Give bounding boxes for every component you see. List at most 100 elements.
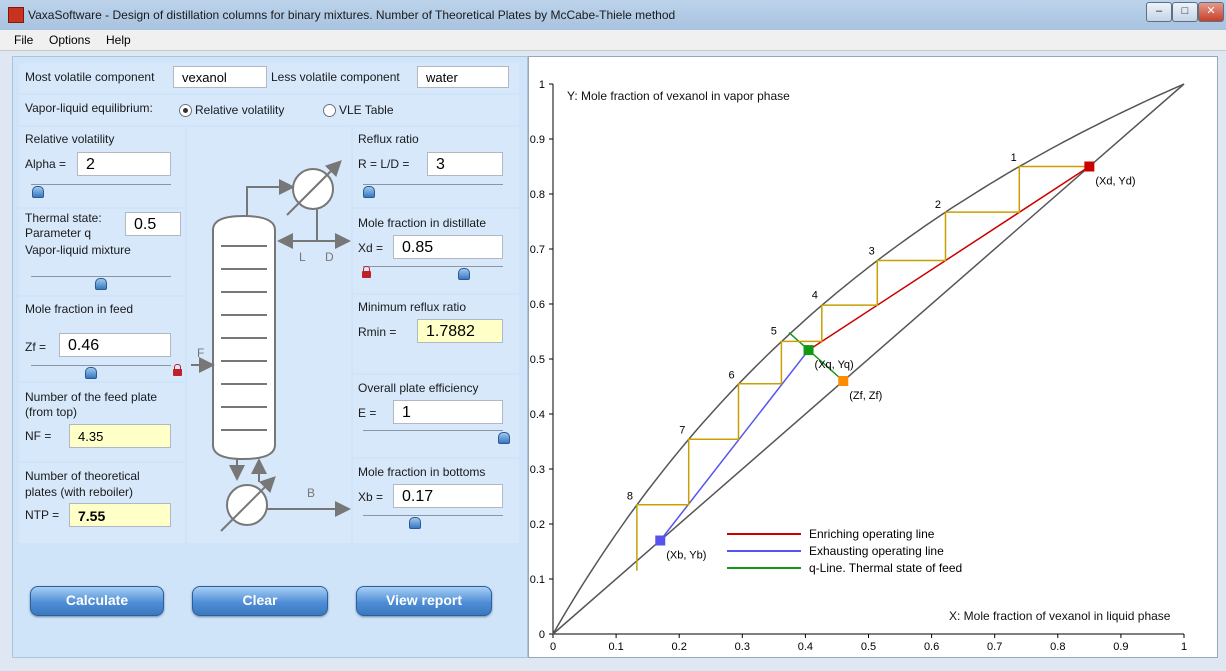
calculate-button[interactable]: Calculate [30, 586, 164, 616]
most-volatile-input[interactable]: vexanol [173, 66, 267, 88]
reflux-title: Reflux ratio [358, 132, 419, 146]
key-point-label: (Zf, Zf) [849, 390, 882, 402]
less-volatile-input[interactable]: water [417, 66, 509, 88]
plate-number-label: 2 [935, 199, 941, 211]
plate-steps [636, 165, 1090, 571]
legend-label: Enriching operating line [809, 527, 935, 541]
x-tick-label: 0.6 [924, 641, 939, 653]
feed-plate-title-line2: (from top) [25, 405, 78, 419]
feed-plate-section: Number of the feed plate (from top) NF =… [19, 383, 185, 461]
xb-slider[interactable] [409, 517, 421, 529]
vle-table-option-label: VLE Table [339, 103, 394, 117]
menu-file[interactable]: File [14, 33, 33, 47]
reflux-section: Reflux ratio R = L/D = 3 [353, 127, 519, 207]
relative-volatility-option-label: Relative volatility [195, 103, 285, 117]
legend-label: Exhausting operating line [809, 544, 944, 558]
min-reflux-title: Minimum reflux ratio [358, 300, 467, 314]
y-tick-label: 0 [539, 629, 545, 641]
y-tick-label: 0.2 [530, 519, 545, 531]
xd-slider[interactable] [458, 268, 470, 280]
close-button[interactable]: ✕ [1198, 2, 1224, 22]
lock-icon[interactable] [173, 364, 182, 376]
x-tick-label: 0.9 [1113, 641, 1128, 653]
x-tick-label: 1 [1181, 641, 1187, 653]
min-reflux-section: Minimum reflux ratio Rmin = 1.7882 [353, 295, 519, 373]
thermal-state-text: Vapor-liquid mixture [25, 243, 131, 257]
distillate-section: Mole fraction in distillate Xd = 0.85 [353, 209, 519, 293]
vle-row: Vapor-liquid equilibrium: Relative volat… [19, 95, 519, 125]
radio-relative-volatility[interactable] [179, 104, 192, 117]
column-diagram: L D F B [187, 127, 351, 543]
xd-input[interactable]: 0.85 [393, 235, 503, 259]
alpha-input[interactable]: 2 [77, 152, 171, 176]
thermal-state-section: Thermal state: Parameter q 0.5 Vapor-liq… [19, 209, 185, 295]
key-point-label: (Xb, Yb) [666, 550, 706, 562]
mccabe-thiele-chart: 0 0.1 0.2 0.3 0.4 0.5 0.6 0.7 0.8 0.9 1 0 0.1 0.2 0.3 0… [530, 79, 1187, 653]
nf-output: 4.35 [69, 424, 171, 448]
parameter-q-label: Parameter q [25, 226, 92, 240]
plate-number-label: 1 [1011, 152, 1017, 164]
theoretical-plates-section: Number of theoretical plates (with reboi… [19, 463, 185, 543]
key-point-marker [838, 376, 849, 386]
relative-volatility-section: Relative volatility Alpha = 2 [19, 127, 185, 207]
menu-options[interactable]: Options [49, 33, 90, 47]
bottoms-stream-label: B [307, 486, 315, 500]
efficiency-section: Overall plate efficiency E = 1 [353, 375, 519, 457]
plate-number-label: 6 [729, 369, 735, 381]
zf-slider[interactable] [85, 367, 97, 379]
x-tick-label: 0.1 [608, 641, 623, 653]
plate-number-label: 7 [679, 424, 685, 436]
y-tick-label: 0.1 [530, 574, 545, 586]
q-line [788, 332, 844, 382]
xd-label: Xd = [358, 241, 384, 255]
xb-input[interactable]: 0.17 [393, 484, 503, 508]
ntp-label: NTP = [25, 508, 60, 522]
x-tick-label: 0.8 [1050, 641, 1065, 653]
plate-number-label: 8 [627, 490, 633, 502]
feed-fraction-title: Mole fraction in feed [25, 302, 134, 316]
efficiency-input[interactable]: 1 [393, 400, 503, 424]
most-volatile-label: Most volatile component [25, 70, 155, 84]
efficiency-slider[interactable] [498, 432, 510, 444]
e-label: E = [358, 406, 377, 420]
y-tick-label: 0.7 [530, 244, 545, 256]
relative-volatility-title: Relative volatility [25, 132, 115, 146]
q-input[interactable]: 0.5 [125, 212, 181, 236]
x-axis-label: X: Mole fraction of vexanol in liquid ph… [949, 609, 1171, 623]
view-report-button[interactable]: View report [356, 586, 492, 616]
nf-label: NF = [25, 429, 52, 443]
key-point-label: (Xd, Yd) [1095, 176, 1135, 188]
maximize-button[interactable]: □ [1172, 2, 1198, 22]
plate-number-label: 5 [771, 325, 777, 337]
rmin-output: 1.7882 [417, 319, 503, 343]
y-axis-label: Y: Mole fraction of vexanol in vapor pha… [567, 89, 790, 103]
q-slider[interactable] [95, 278, 107, 290]
components-row: Most volatile component vexanol Less vol… [19, 63, 519, 93]
x-tick-label: 0.5 [861, 641, 876, 653]
plate-number-label: 4 [812, 290, 818, 302]
minimize-button[interactable]: – [1146, 2, 1172, 22]
clear-button[interactable]: Clear [192, 586, 328, 616]
reflux-slider[interactable] [363, 186, 375, 198]
x-tick-label: 0.3 [735, 641, 750, 653]
mccabe-thiele-chart-panel: 0 0.1 0.2 0.3 0.4 0.5 0.6 0.7 0.8 0.9 1 0 0.1 0.2 0.3 0… [528, 56, 1218, 658]
parameters-panel: Most volatile component vexanol Less vol… [12, 56, 528, 658]
xd-slider-track [363, 266, 503, 267]
y-tick-label: 0.8 [530, 189, 545, 201]
x-tick-label: 0.7 [987, 641, 1002, 653]
efficiency-title: Overall plate efficiency [358, 381, 479, 395]
menu-help[interactable]: Help [106, 33, 131, 47]
distillate-stream-label: D [325, 250, 334, 264]
x-tick-label: 0 [550, 641, 556, 653]
radio-vle-table[interactable] [323, 104, 336, 117]
alpha-slider[interactable] [32, 186, 44, 198]
y-tick-label: 0.4 [530, 409, 545, 421]
ntp-title-line2: plates (with reboiler) [25, 485, 134, 499]
lock-icon[interactable] [362, 266, 371, 278]
thermal-state-title: Thermal state: [25, 211, 102, 225]
reflux-input[interactable]: 3 [427, 152, 503, 176]
zf-input[interactable]: 0.46 [59, 333, 171, 357]
xb-label: Xb = [358, 490, 384, 504]
y-tick-label: 0.5 [530, 354, 545, 366]
feed-fraction-section: Mole fraction in feed Zf = 0.46 [19, 297, 185, 381]
